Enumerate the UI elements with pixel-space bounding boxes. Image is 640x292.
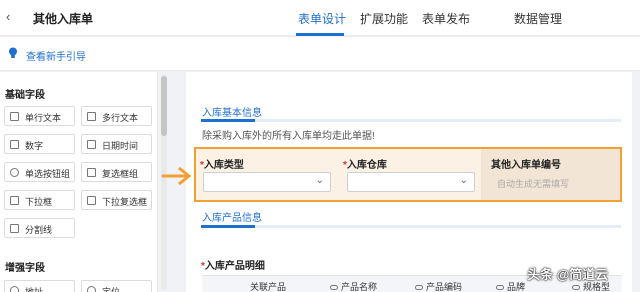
field-label: 单选按钮组 [25, 169, 71, 179]
field-label-inbound-number: 其他入库单编号 [491, 160, 561, 171]
chevron-down-icon: ⌄ [315, 175, 324, 186]
tab-form-publish[interactable]: 表单发布 [422, 10, 470, 27]
field-location[interactable]: 定位 [81, 280, 152, 292]
field-label: 下拉框 [25, 197, 53, 207]
field-multi-line-text[interactable]: 多行文本 [81, 106, 152, 126]
guide-link[interactable]: 查看新手引导 [26, 48, 86, 63]
section-description: 除采购入库外的所有入库单均走此单据! [202, 131, 375, 142]
radio-group-icon [10, 168, 19, 177]
section-divider [201, 225, 621, 228]
link-icon [572, 285, 580, 291]
advanced-fields-title: 增强字段 [5, 263, 45, 274]
single-line-text-icon [10, 112, 19, 121]
divider-icon [10, 224, 19, 233]
dropdown-checkbox-icon [87, 196, 96, 205]
active-tab-indicator [296, 33, 344, 36]
auto-number-placeholder: 自动生成无需填写 [497, 179, 570, 189]
field-label: 分割线 [25, 225, 53, 235]
location-icon [87, 286, 96, 292]
date-time-icon [87, 140, 96, 149]
arrow-right-icon [162, 166, 192, 186]
chevron-left-icon[interactable]: ‹ [6, 10, 20, 24]
field-divider[interactable]: 分割线 [4, 218, 75, 238]
palette-scrollbar-thumb[interactable] [161, 76, 167, 136]
section-basic-info-title: 入库基本信息 [202, 108, 262, 119]
field-label: 日期时间 [102, 141, 139, 151]
chevron-down-icon: ⌄ [459, 175, 468, 186]
inbound-warehouse-select[interactable]: ⌄ [347, 172, 475, 192]
link-icon [496, 285, 504, 291]
tab-data-management[interactable]: 数据管理 [514, 10, 562, 27]
field-dropdown-checkbox[interactable]: 下拉复选框 [81, 190, 152, 210]
field-address[interactable]: 地址 [4, 280, 75, 292]
field-label-inbound-warehouse: *入库仓库 [343, 160, 387, 171]
field-date-time[interactable]: 日期时间 [81, 134, 152, 154]
column-header: 产品名称 [330, 280, 377, 292]
field-number[interactable]: 数字 [4, 134, 75, 154]
field-single-line-text[interactable]: 单行文本 [4, 106, 75, 126]
field-checkbox-group[interactable]: 复选框组 [81, 162, 152, 182]
watermark: 头条 @简道云 [527, 267, 609, 282]
address-icon [10, 286, 19, 292]
link-icon [415, 285, 423, 291]
field-dropdown[interactable]: 下拉框 [4, 190, 75, 210]
checkbox-group-icon [87, 168, 96, 177]
tab-form-design[interactable]: 表单设计 [298, 10, 346, 27]
guide-bar: 查看新手引导 [0, 37, 640, 71]
product-table-title: *入库产品明细 [201, 261, 265, 272]
column-header: 品牌 [496, 280, 525, 292]
field-label-inbound-type: *入库类型 [200, 160, 244, 171]
column-header: 产品编码 [415, 280, 462, 292]
tab-extensions[interactable]: 扩展功能 [360, 10, 408, 27]
number-icon [10, 140, 19, 149]
column-header: 关联产品 [250, 282, 287, 292]
field-label: 多行文本 [102, 113, 139, 123]
multi-line-text-icon [87, 112, 96, 121]
lightbulb-icon [9, 47, 17, 58]
app-title: 其他入库单 [33, 12, 94, 26]
top-bar: ‹ 其他入库单 表单设计 扩展功能 表单发布 数据管理 [0, 0, 640, 36]
field-palette: 基础字段 单行文本 多行文本 数字 日期时间 单选按钮组 复选框组 下拉框 下拉… [0, 72, 158, 292]
field-label: 复选框组 [102, 169, 139, 179]
inbound-type-select[interactable]: ⌄ [203, 172, 331, 192]
link-icon [330, 285, 338, 291]
section-product-info-title: 入库产品信息 [202, 213, 262, 224]
field-label: 数字 [25, 141, 44, 151]
basic-fields-title: 基础字段 [5, 90, 45, 101]
field-label: 单行文本 [25, 113, 62, 123]
field-label: 下拉复选框 [102, 197, 148, 207]
field-label: 地址 [25, 287, 44, 292]
field-radio-group[interactable]: 单选按钮组 [4, 162, 75, 182]
field-label: 定位 [102, 287, 121, 292]
dropdown-icon [10, 196, 19, 205]
section-divider [201, 119, 621, 122]
